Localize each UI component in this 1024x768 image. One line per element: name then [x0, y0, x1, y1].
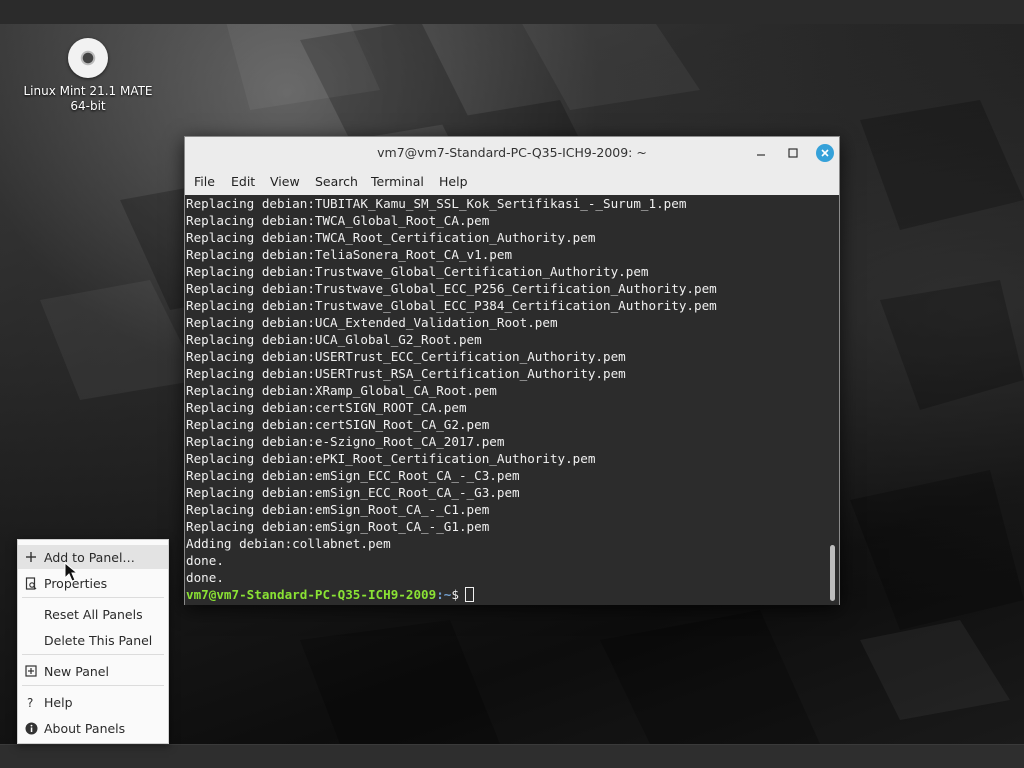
terminal-line: Replacing debian:USERTrust_ECC_Certifica…: [186, 349, 626, 364]
close-button[interactable]: [815, 143, 835, 163]
menu-search[interactable]: Search: [315, 174, 358, 189]
menu-bar: File Edit View Search Terminal Help: [185, 169, 839, 195]
terminal-line: Replacing debian:TUBITAK_Kamu_SM_SSL_Kok…: [186, 196, 687, 211]
menu-separator: [22, 597, 164, 598]
scrollbar-thumb[interactable]: [830, 545, 835, 601]
title-bar[interactable]: vm7@vm7-Standard-PC-Q35-ICH9-2009: ~: [185, 137, 839, 169]
menu-item-add-to-panel[interactable]: Add to Panel…: [18, 545, 168, 569]
top-panel: [0, 0, 1024, 24]
menu-terminal[interactable]: Terminal: [371, 174, 424, 189]
window-title: vm7@vm7-Standard-PC-Q35-ICH9-2009: ~: [377, 145, 647, 160]
terminal-line: Replacing debian:certSIGN_ROOT_CA.pem: [186, 400, 467, 415]
plus-icon: [18, 551, 44, 563]
terminal-line: Replacing debian:emSign_Root_CA_-_G1.pem: [186, 519, 490, 534]
terminal-line: Replacing debian:UCA_Extended_Validation…: [186, 315, 558, 330]
terminal-line: Replacing debian:e-Szigno_Root_CA_2017.p…: [186, 434, 505, 449]
terminal-line: done.: [186, 553, 224, 568]
terminal-line: Adding debian:collabnet.pem: [186, 536, 391, 551]
menu-item-label: New Panel: [44, 663, 109, 679]
scrollbar[interactable]: [827, 195, 839, 605]
properties-icon: [18, 576, 44, 590]
terminal-line: Replacing debian:emSign_ECC_Root_CA_-_G3…: [186, 485, 520, 500]
menu-item-properties[interactable]: Properties: [18, 571, 168, 595]
desktop-icon-label-line1: Linux Mint 21.1 MATE: [23, 84, 153, 98]
prompt-symbol: $: [451, 587, 459, 602]
terminal-line: Replacing debian:ePKI_Root_Certification…: [186, 451, 596, 466]
terminal-line: Replacing debian:TWCA_Root_Certification…: [186, 230, 596, 245]
bottom-panel[interactable]: [0, 744, 1024, 768]
menu-help[interactable]: Help: [439, 174, 468, 189]
menu-item-label: Reset All Panels: [44, 606, 143, 622]
disc-icon: [68, 38, 108, 78]
menu-item-delete-this-panel[interactable]: Delete This Panel: [18, 628, 168, 652]
menu-file[interactable]: File: [194, 174, 215, 189]
terminal-line: Replacing debian:emSign_Root_CA_-_C1.pem: [186, 502, 490, 517]
desktop-icon-install[interactable]: Linux Mint 21.1 MATE 64-bit: [18, 38, 158, 114]
info-icon: [18, 722, 44, 735]
terminal-line: Replacing debian:Trustwave_Global_Certif…: [186, 264, 649, 279]
menu-item-help[interactable]: ? Help: [18, 690, 168, 714]
terminal-line: Replacing debian:TWCA_Global_Root_CA.pem: [186, 213, 490, 228]
menu-view[interactable]: View: [270, 174, 300, 189]
prompt-path: :~: [436, 587, 452, 602]
close-icon: [816, 144, 834, 162]
terminal-line: Replacing debian:USERTrust_RSA_Certifica…: [186, 366, 626, 381]
menu-edit[interactable]: Edit: [231, 174, 255, 189]
menu-item-reset-all-panels[interactable]: Reset All Panels: [18, 602, 168, 626]
svg-text:?: ?: [27, 696, 33, 709]
terminal-line: Replacing debian:Trustwave_Global_ECC_P3…: [186, 298, 717, 313]
prompt-user: vm7@vm7-Standard-PC-Q35-ICH9-2009: [186, 587, 437, 602]
menu-item-label: Help: [44, 694, 73, 710]
maximize-icon: [788, 148, 798, 158]
menu-item-about-panels[interactable]: About Panels: [18, 716, 168, 740]
terminal-output[interactable]: Replacing debian:TUBITAK_Kamu_SM_SSL_Kok…: [185, 195, 827, 605]
menu-item-label: About Panels: [44, 720, 126, 736]
menu-separator: [22, 685, 164, 686]
terminal-line: done.: [186, 570, 224, 585]
text-cursor: [464, 587, 474, 602]
terminal-line: Replacing debian:certSIGN_Root_CA_G2.pem: [186, 417, 490, 432]
new-panel-icon: [18, 665, 44, 677]
terminal-line: Replacing debian:Trustwave_Global_ECC_P2…: [186, 281, 717, 296]
minimize-button[interactable]: [751, 143, 771, 163]
menu-separator: [22, 654, 164, 655]
terminal-window[interactable]: vm7@vm7-Standard-PC-Q35-ICH9-2009: ~ Fil…: [184, 136, 840, 605]
mouse-pointer-icon: [64, 561, 80, 586]
maximize-button[interactable]: [783, 143, 803, 163]
desktop-icon-label-line2: 64-bit: [70, 99, 106, 113]
terminal-line: Replacing debian:emSign_ECC_Root_CA_-_C3…: [186, 468, 520, 483]
terminal-line: Replacing debian:XRamp_Global_CA_Root.pe…: [186, 383, 497, 398]
terminal-line: Replacing debian:TeliaSonera_Root_CA_v1.…: [186, 247, 513, 262]
menu-item-label: Add to Panel…: [44, 549, 135, 565]
menu-item-new-panel[interactable]: New Panel: [18, 659, 168, 683]
minimize-icon: [757, 154, 765, 156]
menu-item-label: Delete This Panel: [44, 632, 153, 648]
help-icon: ?: [18, 696, 44, 709]
prompt-line[interactable]: vm7@vm7-Standard-PC-Q35-ICH9-2009:~$: [186, 586, 474, 603]
terminal-line: Replacing debian:UCA_Global_G2_Root.pem: [186, 332, 482, 347]
panel-context-menu: Add to Panel… Properties Reset All Panel…: [17, 539, 169, 744]
